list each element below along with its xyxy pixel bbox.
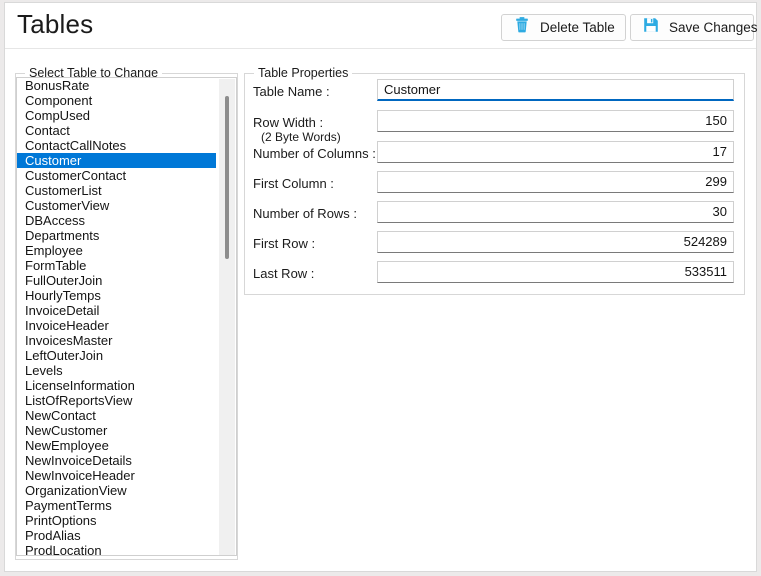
list-item[interactable]: NewEmployee [17, 438, 216, 453]
list-item[interactable]: PaymentTerms [17, 498, 216, 513]
list-item[interactable]: NewContact [17, 408, 216, 423]
delete-table-button[interactable]: Delete Table [501, 14, 626, 41]
first-column-input[interactable]: 299 [377, 171, 734, 193]
list-item[interactable]: NewCustomer [17, 423, 216, 438]
list-item[interactable]: Departments [17, 228, 216, 243]
last-row-label: Last Row : [253, 266, 315, 281]
delete-table-label: Delete Table [540, 20, 615, 35]
floppy-disk-save-icon [642, 16, 660, 39]
row-width-input[interactable]: 150 [377, 110, 734, 132]
list-item[interactable]: PrintOptions [17, 513, 216, 528]
list-item[interactable]: CustomerList [17, 183, 216, 198]
first-row-input[interactable]: 524289 [377, 231, 734, 253]
number-of-rows-input[interactable]: 30 [377, 201, 734, 223]
list-item[interactable]: InvoicesMaster [17, 333, 216, 348]
list-item[interactable]: CustomerView [17, 198, 216, 213]
row-width-sublabel: (2 Byte Words) [261, 130, 341, 144]
list-item[interactable]: ContactCallNotes [17, 138, 216, 153]
number-of-columns-input[interactable]: 17 [377, 141, 734, 163]
list-item[interactable]: LicenseInformation [17, 378, 216, 393]
list-item[interactable]: LeftOuterJoin [17, 348, 216, 363]
window-header: Tables Delete Table Save Changes [5, 3, 758, 49]
list-item[interactable]: OrganizationView [17, 483, 216, 498]
table-name-label: Table Name : [253, 84, 330, 99]
table-properties-group-label: Table Properties [254, 66, 353, 80]
tables-window: Tables Delete Table Save Changes Select … [4, 2, 758, 572]
first-row-label: First Row : [253, 236, 316, 251]
list-item[interactable]: FullOuterJoin [17, 273, 216, 288]
list-item[interactable]: NewInvoiceHeader [17, 468, 216, 483]
list-item[interactable]: ListOfReportsView [17, 393, 216, 408]
list-item[interactable]: InvoiceDetail [17, 303, 216, 318]
list-item[interactable]: InvoiceHeader [17, 318, 216, 333]
first-column-label: First Column : [253, 176, 334, 191]
last-row-input[interactable]: 533511 [377, 261, 734, 283]
save-changes-button[interactable]: Save Changes [630, 14, 758, 41]
table-listbox[interactable]: BonusRate Component CompUsed Contact Contact… [16, 77, 237, 556]
page-title: Tables [17, 9, 94, 39]
list-item[interactable]: Component [17, 93, 216, 108]
list-item[interactable]: Customer [17, 153, 216, 168]
listbox-scroll-thumb[interactable] [225, 96, 229, 259]
number-of-rows-label: Number of Rows : [253, 206, 358, 221]
list-item[interactable]: Levels [17, 363, 216, 378]
list-item[interactable]: CustomerContact [17, 168, 216, 183]
list-item[interactable]: NewInvoiceDetails [17, 453, 216, 468]
list-item[interactable]: ProdLocation [17, 543, 216, 555]
save-changes-label: Save Changes [669, 20, 758, 35]
row-width-label: Row Width : [253, 115, 324, 130]
list-item[interactable]: ProdAlias [17, 528, 216, 543]
list-item[interactable]: FormTable [17, 258, 216, 273]
list-item[interactable]: Employee [17, 243, 216, 258]
list-item[interactable]: BonusRate [17, 78, 216, 93]
list-item[interactable]: CompUsed [17, 108, 216, 123]
list-item[interactable]: Contact [17, 123, 216, 138]
trash-icon [513, 16, 531, 39]
list-item[interactable]: DBAccess [17, 213, 216, 228]
number-of-columns-label: Number of Columns : [253, 146, 376, 161]
table-listbox-items: BonusRate Component CompUsed Contact Contact… [17, 78, 216, 555]
listbox-scrollbar[interactable] [219, 79, 235, 555]
list-item[interactable]: HourlyTemps [17, 288, 216, 303]
table-name-input[interactable]: Customer [377, 79, 734, 101]
